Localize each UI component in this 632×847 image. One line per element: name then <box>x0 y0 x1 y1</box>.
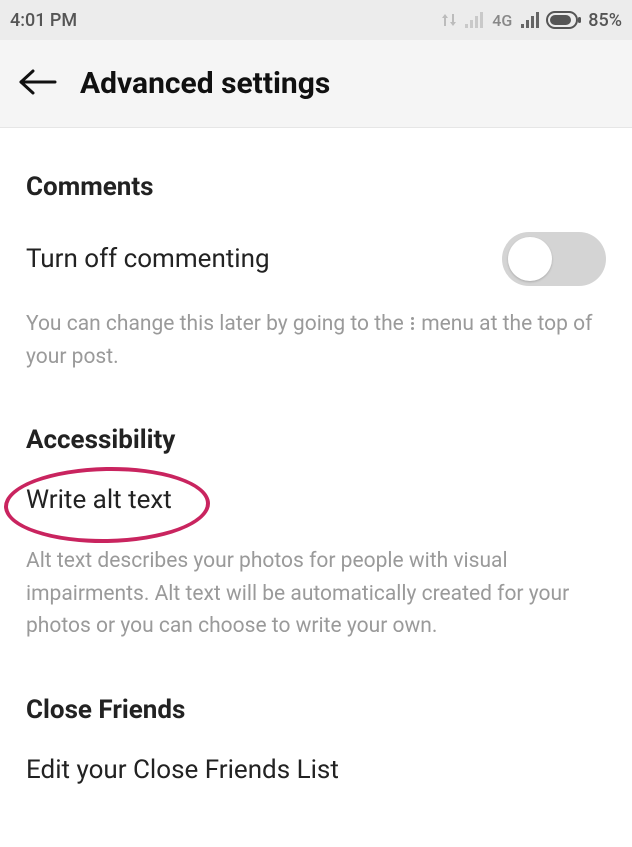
comments-helper-text: You can change this later by going to th… <box>26 308 606 373</box>
data-transfer-icon <box>440 12 458 28</box>
write-alt-text-link[interactable]: Write alt text <box>26 485 172 515</box>
row-turn-off-commenting: Turn off commenting <box>26 232 606 286</box>
network-type: 4G <box>492 11 512 30</box>
signal-sim1-icon <box>464 12 484 28</box>
status-bar: 4:01 PM 4G 85% <box>0 0 632 40</box>
content: Comments Turn off commenting You can cha… <box>0 128 632 785</box>
toggle-knob <box>508 237 552 281</box>
row-edit-close-friends: Edit your Close Friends List <box>26 755 606 785</box>
section-comments-title: Comments <box>26 172 606 202</box>
kebab-menu-icon <box>411 316 414 331</box>
turn-off-commenting-label: Turn off commenting <box>26 244 270 274</box>
page-title: Advanced settings <box>80 66 330 101</box>
section-accessibility-title: Accessibility <box>26 425 606 455</box>
arrow-left-icon <box>19 69 57 99</box>
accessibility-helper-text: Alt text describes your photos for peopl… <box>26 545 606 643</box>
battery-icon <box>546 11 582 29</box>
status-indicators: 4G 85% <box>440 10 622 31</box>
section-close-friends-title: Close Friends <box>26 695 606 725</box>
edit-close-friends-link[interactable]: Edit your Close Friends List <box>26 755 339 785</box>
header: Advanced settings <box>0 40 632 128</box>
status-time: 4:01 PM <box>10 10 77 31</box>
row-write-alt-text: Write alt text <box>26 485 606 515</box>
battery-percent: 85% <box>588 10 622 31</box>
turn-off-commenting-toggle[interactable] <box>502 232 606 286</box>
signal-sim2-icon <box>520 12 540 28</box>
back-button[interactable] <box>14 60 62 108</box>
comments-helper-before: You can change this later by going to th… <box>26 312 409 336</box>
